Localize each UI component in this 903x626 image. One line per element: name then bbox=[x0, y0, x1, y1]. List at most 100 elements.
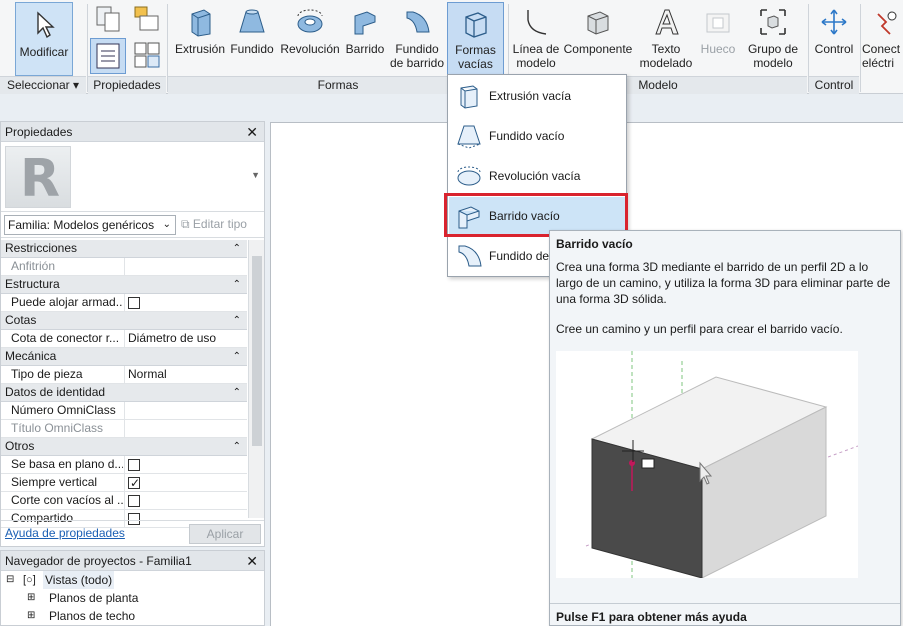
browser-tree: ⊟ [○] Vistas (todo) ⊞ Planos de planta ⊞… bbox=[1, 571, 264, 625]
edit-type-icon: ⧉ bbox=[181, 217, 190, 231]
category-label: Mecánica bbox=[5, 349, 57, 363]
property-key: Corte con vacíos al ... bbox=[11, 493, 123, 507]
property-checkbox-cell bbox=[124, 456, 247, 474]
close-icon[interactable]: ✕ bbox=[246, 551, 258, 571]
family-types-button[interactable] bbox=[94, 4, 124, 34]
void-forms-button[interactable]: Formas vacías bbox=[447, 2, 504, 76]
chevron-down-icon[interactable]: ▼ bbox=[251, 170, 260, 180]
electrical-connector-button[interactable]: Conect eléctri bbox=[862, 0, 903, 76]
model-line-label-1: Línea de bbox=[512, 42, 560, 56]
property-key: Número OmniClass bbox=[11, 403, 116, 417]
edit-type-button[interactable]: ⧉ Editar tipo bbox=[181, 217, 247, 232]
property-value bbox=[124, 258, 247, 276]
blend-button[interactable]: Fundido bbox=[228, 0, 276, 76]
swept-blend-label-2: de barrido bbox=[389, 56, 445, 70]
property-category[interactable]: Otros ⌃ bbox=[1, 438, 247, 456]
property-row: Anfitrión bbox=[1, 258, 247, 276]
property-category[interactable]: Estructura ⌃ bbox=[1, 276, 247, 294]
property-checkbox[interactable] bbox=[128, 297, 140, 309]
scrollbar-thumb[interactable] bbox=[252, 256, 262, 446]
expand-icon[interactable]: ⊞ bbox=[27, 589, 35, 607]
tooltip-footer: Pulse F1 para obtener más ayuda bbox=[550, 603, 900, 626]
sweep-label: Barrido bbox=[345, 42, 385, 56]
property-row: Siempre vertical bbox=[1, 474, 247, 492]
opening-button[interactable]: Hueco bbox=[698, 0, 738, 76]
opening-icon bbox=[706, 13, 730, 33]
void-revolve-label: Revolución vacía bbox=[489, 169, 581, 183]
collapse-icon[interactable]: ⌃ bbox=[233, 438, 241, 455]
close-icon[interactable]: ✕ bbox=[246, 122, 258, 142]
collapse-icon[interactable]: ⌃ bbox=[233, 348, 241, 365]
void-revolve-item[interactable]: Revolución vacía bbox=[449, 157, 625, 195]
family-category-button[interactable] bbox=[132, 4, 162, 34]
properties-button[interactable] bbox=[90, 38, 126, 74]
collapse-icon[interactable]: ⌃ bbox=[233, 384, 241, 401]
property-checkbox-cell bbox=[124, 474, 247, 492]
model-line-label-2: modelo bbox=[516, 56, 556, 70]
apply-button[interactable]: Aplicar bbox=[189, 524, 261, 544]
tree-node-views[interactable]: ⊟ [○] Vistas (todo) bbox=[1, 571, 264, 589]
swept-blend-button[interactable]: Fundido de barrido bbox=[388, 0, 446, 76]
collapse-icon[interactable]: ⌃ bbox=[233, 276, 241, 293]
properties-scrollbar[interactable] bbox=[248, 240, 264, 518]
void-revolve-icon bbox=[457, 166, 481, 186]
type-properties-button[interactable] bbox=[132, 40, 162, 70]
tree-node-floor-plans[interactable]: ⊞ Planos de planta bbox=[1, 589, 264, 607]
project-browser: Navegador de proyectos - Familia1 ✕ ⊟ [○… bbox=[0, 550, 265, 626]
category-label: Datos de identidad bbox=[5, 385, 106, 399]
collapse-icon[interactable]: ⊟ bbox=[6, 571, 14, 589]
extrusion-button[interactable]: Extrusión bbox=[172, 0, 228, 76]
type-selector[interactable]: R ▼ bbox=[1, 142, 264, 212]
property-checkbox[interactable] bbox=[128, 459, 140, 471]
void-sweep-illustration bbox=[585, 351, 859, 579]
family-selector[interactable]: Familia: Modelos genéricos ⌄ bbox=[4, 215, 176, 235]
void-extrusion-item[interactable]: Extrusión vacía bbox=[449, 77, 625, 115]
model-group-label-1: Grupo de bbox=[747, 42, 799, 56]
family-types-icon bbox=[96, 6, 120, 32]
revolve-button[interactable]: Revolución bbox=[278, 0, 342, 76]
property-row: Título OmniClass bbox=[1, 420, 247, 438]
connector-label-1: Conect bbox=[862, 42, 901, 56]
collapse-icon[interactable]: ⌃ bbox=[233, 240, 241, 257]
property-row: Puede alojar armad... bbox=[1, 294, 247, 312]
properties-help-link[interactable]: Ayuda de propiedades bbox=[5, 526, 125, 540]
family-category-icon bbox=[134, 6, 159, 31]
properties-icon bbox=[96, 43, 120, 69]
property-value[interactable]: Normal bbox=[124, 366, 247, 384]
family-logo: R bbox=[5, 146, 71, 209]
model-line-button[interactable]: Línea de modelo bbox=[510, 0, 562, 76]
control-button[interactable]: Control bbox=[810, 0, 858, 76]
component-button[interactable]: Componente bbox=[562, 0, 634, 76]
model-text-button[interactable]: Texto modelado bbox=[636, 0, 696, 76]
model-group-button[interactable]: Grupo de modelo bbox=[742, 0, 804, 76]
property-category[interactable]: Mecánica ⌃ bbox=[1, 348, 247, 366]
blend-icon bbox=[239, 9, 265, 33]
connector-label-2: eléctri bbox=[862, 56, 895, 70]
property-key: Cota de conector r... bbox=[11, 331, 120, 345]
electrical-connector-icon bbox=[877, 11, 897, 35]
sweep-button[interactable]: Barrido bbox=[342, 0, 388, 76]
model-text-label-2: modelado bbox=[639, 56, 693, 70]
modify-button[interactable]: Modificar bbox=[15, 2, 73, 76]
property-key: Título OmniClass bbox=[11, 421, 104, 435]
property-value[interactable] bbox=[124, 402, 247, 420]
control-panel-label: Control bbox=[809, 76, 859, 94]
property-checkbox[interactable] bbox=[128, 495, 140, 507]
collapse-icon[interactable]: ⌃ bbox=[233, 312, 241, 329]
tree-node-label: Vistas (todo) bbox=[43, 571, 115, 589]
extrusion-label: Extrusión bbox=[174, 42, 226, 56]
property-checkbox-cell bbox=[124, 294, 247, 312]
property-checkbox[interactable] bbox=[128, 475, 140, 492]
select-panel-label[interactable]: Seleccionar ▾ bbox=[0, 76, 86, 94]
chevron-down-icon: ⌄ bbox=[162, 219, 171, 230]
property-value[interactable]: Diámetro de uso bbox=[124, 330, 247, 348]
expand-icon[interactable]: ⊞ bbox=[27, 607, 35, 625]
model-text-label-1: Texto bbox=[651, 42, 681, 56]
tree-node-ceiling-plans[interactable]: ⊞ Planos de techo bbox=[1, 607, 264, 625]
property-category[interactable]: Restricciones ⌃ bbox=[1, 240, 247, 258]
void-blend-item[interactable]: Fundido vacío bbox=[449, 117, 625, 155]
property-category[interactable]: Datos de identidad ⌃ bbox=[1, 384, 247, 402]
property-key: Anfitrión bbox=[11, 259, 56, 273]
revolve-label: Revolución bbox=[280, 42, 340, 56]
property-category[interactable]: Cotas ⌃ bbox=[1, 312, 247, 330]
